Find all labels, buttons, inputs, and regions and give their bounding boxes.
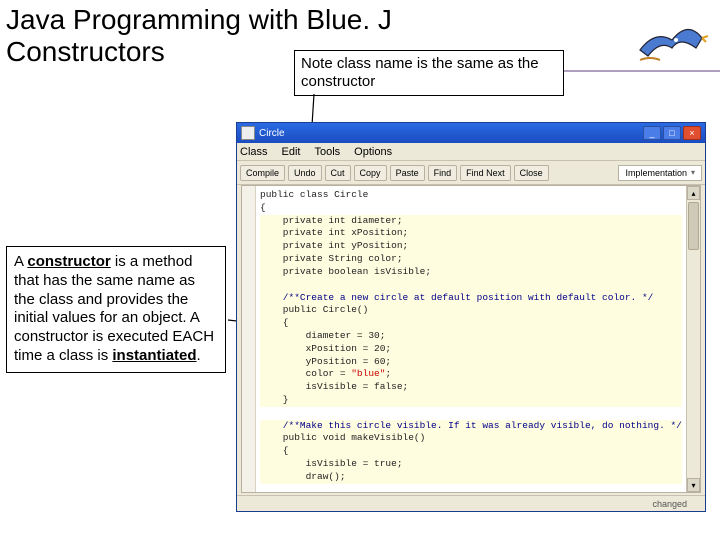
scroll-thumb[interactable] xyxy=(688,202,699,250)
view-mode-label: Implementation xyxy=(625,168,687,178)
code-area: public class Circle { private int diamet… xyxy=(241,185,701,493)
window-title: Circle xyxy=(259,128,285,139)
breakpoint-gutter[interactable] xyxy=(242,186,256,492)
paste-button[interactable]: Paste xyxy=(390,165,425,181)
vertical-scrollbar[interactable]: ▴ ▾ xyxy=(686,186,700,492)
find-next-button[interactable]: Find Next xyxy=(460,165,511,181)
find-button[interactable]: Find xyxy=(428,165,458,181)
cut-button[interactable]: Cut xyxy=(325,165,351,181)
menu-class[interactable]: Class xyxy=(240,146,268,158)
editor-window: Circle _ □ × Class Edit Tools Options Co… xyxy=(236,122,706,512)
compile-button[interactable]: Compile xyxy=(240,165,285,181)
menu-options[interactable]: Options xyxy=(354,146,392,158)
minimize-button[interactable]: _ xyxy=(643,126,661,140)
view-mode-select[interactable]: Implementation ▾ xyxy=(618,165,702,181)
code-text[interactable]: public class Circle { private int diamet… xyxy=(256,186,686,492)
menu-bar: Class Edit Tools Options xyxy=(237,143,705,161)
close-editor-button[interactable]: Close xyxy=(514,165,549,181)
undo-button[interactable]: Undo xyxy=(288,165,322,181)
menu-edit[interactable]: Edit xyxy=(282,146,301,158)
status-bar: changed xyxy=(237,495,705,511)
status-text: changed xyxy=(652,499,687,509)
menu-tools[interactable]: Tools xyxy=(314,146,340,158)
copy-button[interactable]: Copy xyxy=(354,165,387,181)
toolbar: Compile Undo Cut Copy Paste Find Find Ne… xyxy=(237,161,705,185)
app-icon xyxy=(241,126,255,140)
titlebar[interactable]: Circle _ □ × xyxy=(237,123,705,143)
chevron-down-icon: ▾ xyxy=(691,168,695,177)
maximize-button[interactable]: □ xyxy=(663,126,681,140)
scroll-up-button[interactable]: ▴ xyxy=(687,186,700,200)
close-button[interactable]: × xyxy=(683,126,701,140)
scroll-down-button[interactable]: ▾ xyxy=(687,478,700,492)
